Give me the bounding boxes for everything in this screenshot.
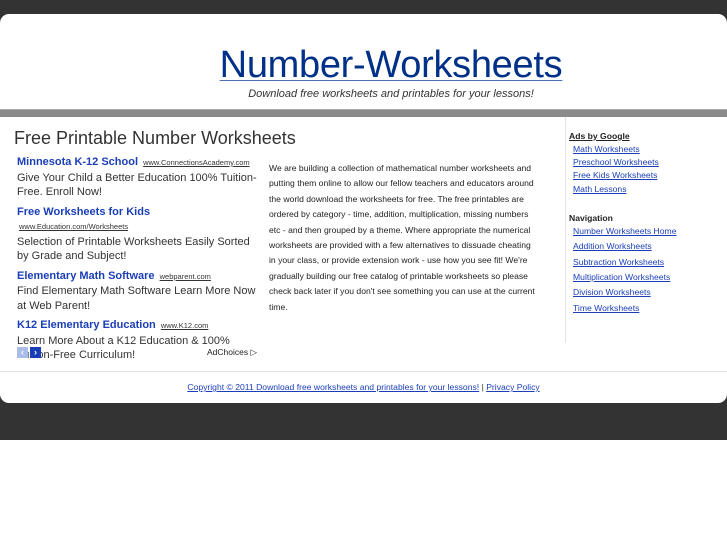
navigation-heading: Navigation bbox=[569, 212, 613, 223]
adchoices-link[interactable]: AdChoices ▷ bbox=[207, 347, 257, 358]
tagline: Download free worksheets and printables … bbox=[248, 88, 534, 100]
ad-title-link[interactable]: K12 Elementary Education bbox=[17, 319, 156, 331]
sidebar-nav-links: Number Worksheets Home Addition Workshee… bbox=[569, 224, 676, 316]
adchoices-icon: ▷ bbox=[250, 347, 257, 357]
adchoices-label: AdChoices bbox=[206, 347, 249, 357]
sidebar-ad-link[interactable]: Free Kids Worksheets bbox=[573, 169, 676, 182]
sidebar-ad-link[interactable]: Math Worksheets bbox=[573, 143, 676, 156]
footer-divider bbox=[0, 371, 727, 372]
ad-navigation: ‹ › AdChoices ▷ bbox=[17, 347, 257, 359]
ad-text: Selection of Printable Worksheets Easily… bbox=[17, 235, 250, 263]
site-title-link[interactable]: Number-Worksheets bbox=[0, 44, 727, 87]
nav-link-division[interactable]: Division Worksheets bbox=[573, 285, 676, 300]
header-band bbox=[0, 109, 727, 117]
ad-block: Minnesota K-12 School www.ConnectionsAca… bbox=[17, 155, 262, 368]
copyright-link[interactable]: Copyright © 2011 Download free worksheet… bbox=[187, 382, 479, 392]
nav-link-home[interactable]: Number Worksheets Home bbox=[573, 224, 676, 239]
intro-paragraph: We are building a collection of mathemat… bbox=[269, 163, 535, 312]
ad-item: Elementary Math Software webparent.com F… bbox=[17, 269, 262, 314]
ad-text: Find Elementary Math Software Learn More… bbox=[17, 285, 256, 312]
ad-item: Minnesota K-12 School www.ConnectionsAca… bbox=[17, 155, 262, 200]
sidebar: Ads by Google Math Worksheets Preschool … bbox=[569, 131, 676, 316]
nav-link-addition[interactable]: Addition Worksheets bbox=[573, 239, 676, 254]
ad-next-button[interactable]: › bbox=[30, 347, 41, 358]
ad-title-link[interactable]: Minnesota K-12 School bbox=[17, 156, 138, 168]
nav-link-multiplication[interactable]: Multiplication Worksheets bbox=[573, 270, 676, 285]
ad-url-link[interactable]: webparent.com bbox=[160, 272, 211, 281]
footer-separator: | bbox=[481, 382, 484, 392]
ad-title-link[interactable]: Free Worksheets for Kids bbox=[17, 206, 150, 218]
footer: Copyright © 2011 Download free worksheet… bbox=[0, 382, 727, 392]
sidebar-ad-links: Math Worksheets Preschool Worksheets Fre… bbox=[569, 143, 676, 196]
sidebar-ad-link[interactable]: Preschool Worksheets bbox=[573, 156, 676, 169]
privacy-policy-link[interactable]: Privacy Policy bbox=[486, 382, 539, 392]
ad-url-link[interactable]: www.ConnectionsAcademy.com bbox=[143, 158, 250, 167]
nav-link-time[interactable]: Time Worksheets bbox=[573, 301, 676, 316]
ads-by-google-heading[interactable]: Ads by Google bbox=[569, 131, 676, 141]
content-card: Number-Worksheets Download free workshee… bbox=[0, 14, 727, 403]
ad-prev-button[interactable]: ‹ bbox=[17, 347, 28, 358]
ad-url-link[interactable]: www.Education.com/Worksheets bbox=[19, 222, 128, 231]
ad-text: Give Your Child a Better Education 100% … bbox=[17, 171, 257, 199]
ad-title-link[interactable]: Elementary Math Software bbox=[17, 270, 155, 282]
ad-item: Free Worksheets for Kids www.Education.c… bbox=[17, 205, 262, 264]
nav-link-subtraction[interactable]: Subtraction Worksheets bbox=[573, 255, 676, 270]
sidebar-divider bbox=[565, 117, 566, 343]
ad-url-link[interactable]: www.K12.com bbox=[161, 321, 209, 330]
page-title: Free Printable Number Worksheets bbox=[14, 128, 296, 148]
sidebar-ad-link[interactable]: Math Lessons bbox=[573, 183, 676, 196]
